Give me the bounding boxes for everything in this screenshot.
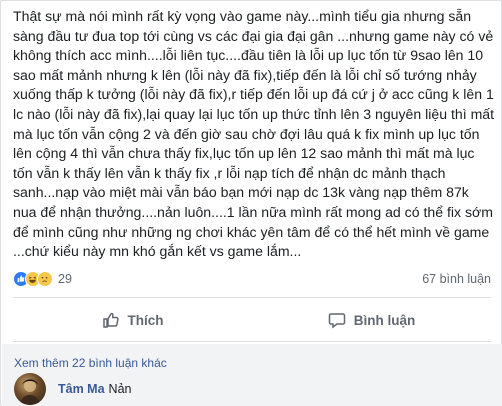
like-button-label: Thích [127, 312, 164, 328]
comment-button-label: Bình luận [353, 312, 416, 328]
comment-button[interactable]: Bình luận [252, 301, 491, 339]
comment-text: Nản [108, 382, 132, 396]
reaction-icons[interactable] [13, 271, 53, 287]
comments-section: Xem thêm 22 bình luận khác Tâm Ma Nản [2, 344, 502, 406]
divider [13, 341, 491, 342]
post-text: Thật sự mà nói mình rất kỳ vọng vào game… [13, 8, 495, 260]
reaction-count[interactable]: 29 [58, 272, 72, 286]
post-actions: Thích Bình luận [13, 301, 491, 339]
reactions-bar: 29 67 bình luận [13, 269, 491, 289]
view-more-comments-link[interactable]: Xem thêm 22 bình luận khác [14, 356, 167, 370]
comment-author[interactable]: Tâm Ma [58, 382, 105, 396]
sad-icon [37, 271, 53, 287]
comment-item: Tâm Ma Nản [14, 373, 142, 405]
like-button[interactable]: Thích [13, 301, 252, 339]
divider [13, 297, 491, 298]
comment-icon [328, 313, 345, 329]
thumbs-up-icon [102, 312, 119, 328]
reactions-summary[interactable]: 29 [13, 271, 72, 287]
comment-bubble: Tâm Ma Nản [54, 376, 142, 402]
avatar[interactable] [14, 373, 46, 405]
post-card: Thật sự mà nói mình rất kỳ vọng vào game… [0, 0, 502, 406]
comment-count[interactable]: 67 bình luận [422, 272, 491, 286]
